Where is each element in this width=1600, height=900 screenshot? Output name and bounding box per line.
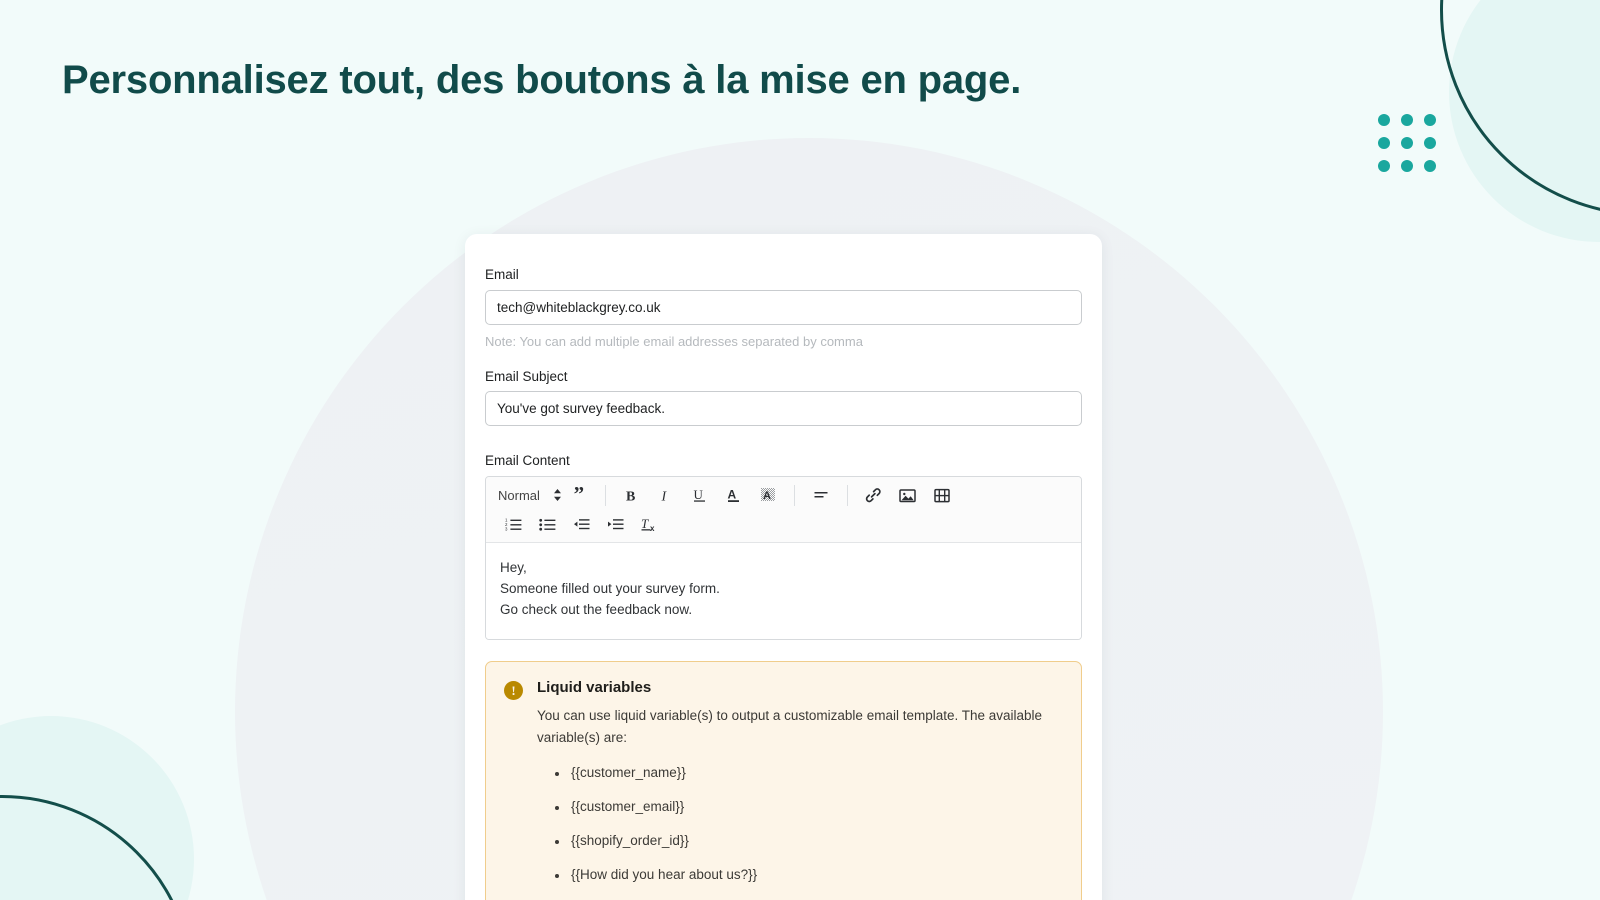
svg-text:T: T <box>641 516 649 531</box>
chevron-updown-icon <box>553 488 562 502</box>
mint-circle-bottom-left <box>0 716 194 900</box>
outline-circle-bottom-left <box>0 795 194 900</box>
banner-description: You can use liquid variable(s) to output… <box>537 707 1043 746</box>
liquid-variables-banner: ! Liquid variables You can use liquid va… <box>485 660 1082 900</box>
email-subject-label: Email Subject <box>485 368 568 384</box>
exclamation-circle-icon: ! <box>504 680 523 700</box>
grid-dot <box>1401 114 1413 126</box>
video-icon[interactable] <box>930 483 954 507</box>
italic-icon[interactable]: I <box>654 483 678 507</box>
grid-dot <box>1401 160 1413 172</box>
svg-text:A: A <box>728 488 737 502</box>
toolbar-row-2: 1 2 3 T x <box>490 510 1077 539</box>
list-item: {{customer_name}} <box>555 765 1049 780</box>
content-line: Hey, <box>500 559 527 575</box>
outline-circle-top-right <box>1440 0 1600 216</box>
bold-icon[interactable]: B <box>620 483 644 507</box>
toolbar-divider <box>793 484 795 506</box>
toolbar-row-1: Normal ” B I U A A <box>490 481 1077 510</box>
mint-circle-top-right <box>1449 0 1600 242</box>
underline-icon[interactable]: U <box>688 483 712 507</box>
liquid-variable-list: {{customer_name}} {{customer_email}} {{s… <box>555 765 1049 882</box>
svg-text:3: 3 <box>505 527 508 532</box>
email-hint-text: Note: You can add multiple email address… <box>485 333 863 349</box>
align-icon[interactable] <box>809 483 833 507</box>
svg-text:U: U <box>694 487 704 502</box>
editor-toolbar: Normal ” B I U A A 1 2 3 T x <box>486 476 1081 543</box>
grid-dot <box>1424 137 1436 149</box>
background-color-icon[interactable]: A <box>756 483 780 507</box>
grid-dot <box>1424 114 1436 126</box>
grid-dot <box>1401 137 1413 149</box>
rich-text-editor: Normal ” B I U A A 1 2 3 T x Hey, Someon… <box>485 475 1082 640</box>
toolbar-divider <box>846 484 848 506</box>
banner-title: Liquid variables <box>537 678 652 696</box>
svg-text:I: I <box>661 489 668 503</box>
email-content-textarea[interactable]: Hey, Someone filled out your survey form… <box>486 542 1081 639</box>
content-line: Someone filled out your survey form. <box>500 580 720 596</box>
grid-dot <box>1424 160 1436 172</box>
grid-dot <box>1378 160 1390 172</box>
format-select[interactable]: Normal <box>496 488 562 503</box>
list-item: {{customer_email}} <box>555 799 1049 814</box>
dot-grid-icon <box>1378 114 1436 172</box>
email-subject-input[interactable]: You've got survey feedback. <box>485 391 1082 427</box>
svg-text:B: B <box>626 489 635 503</box>
image-icon[interactable] <box>896 483 920 507</box>
bullet-list-icon[interactable] <box>535 512 559 536</box>
clear-format-icon[interactable]: T x <box>637 512 661 536</box>
font-color-icon[interactable]: A <box>722 483 746 507</box>
email-content-label: Email Content <box>485 453 570 469</box>
blockquote-icon[interactable]: ” <box>567 483 591 507</box>
grid-dot <box>1378 114 1390 126</box>
format-select-value: Normal <box>498 487 540 503</box>
email-settings-card: Email tech@whiteblackgrey.co.uk Note: Yo… <box>465 234 1102 900</box>
grid-dot <box>1378 137 1390 149</box>
ordered-list-icon[interactable]: 1 2 3 <box>501 512 525 536</box>
banner-content: Liquid variables You can use liquid vari… <box>537 679 1049 900</box>
indent-icon[interactable] <box>603 512 627 536</box>
content-line: Go check out the feedback now. <box>500 602 693 618</box>
toolbar-divider <box>604 484 606 506</box>
outdent-icon[interactable] <box>569 512 593 536</box>
list-item: {{How did you hear about us?}} <box>555 867 1049 882</box>
svg-text:A: A <box>763 490 771 502</box>
page-title: Personnalisez tout, des boutons à la mis… <box>62 58 1022 102</box>
email-input[interactable]: tech@whiteblackgrey.co.uk <box>485 289 1082 325</box>
email-field-label: Email <box>485 267 519 282</box>
link-icon[interactable] <box>862 483 886 507</box>
list-item: {{shopify_order_id}} <box>555 833 1049 848</box>
svg-text:x: x <box>650 524 655 532</box>
